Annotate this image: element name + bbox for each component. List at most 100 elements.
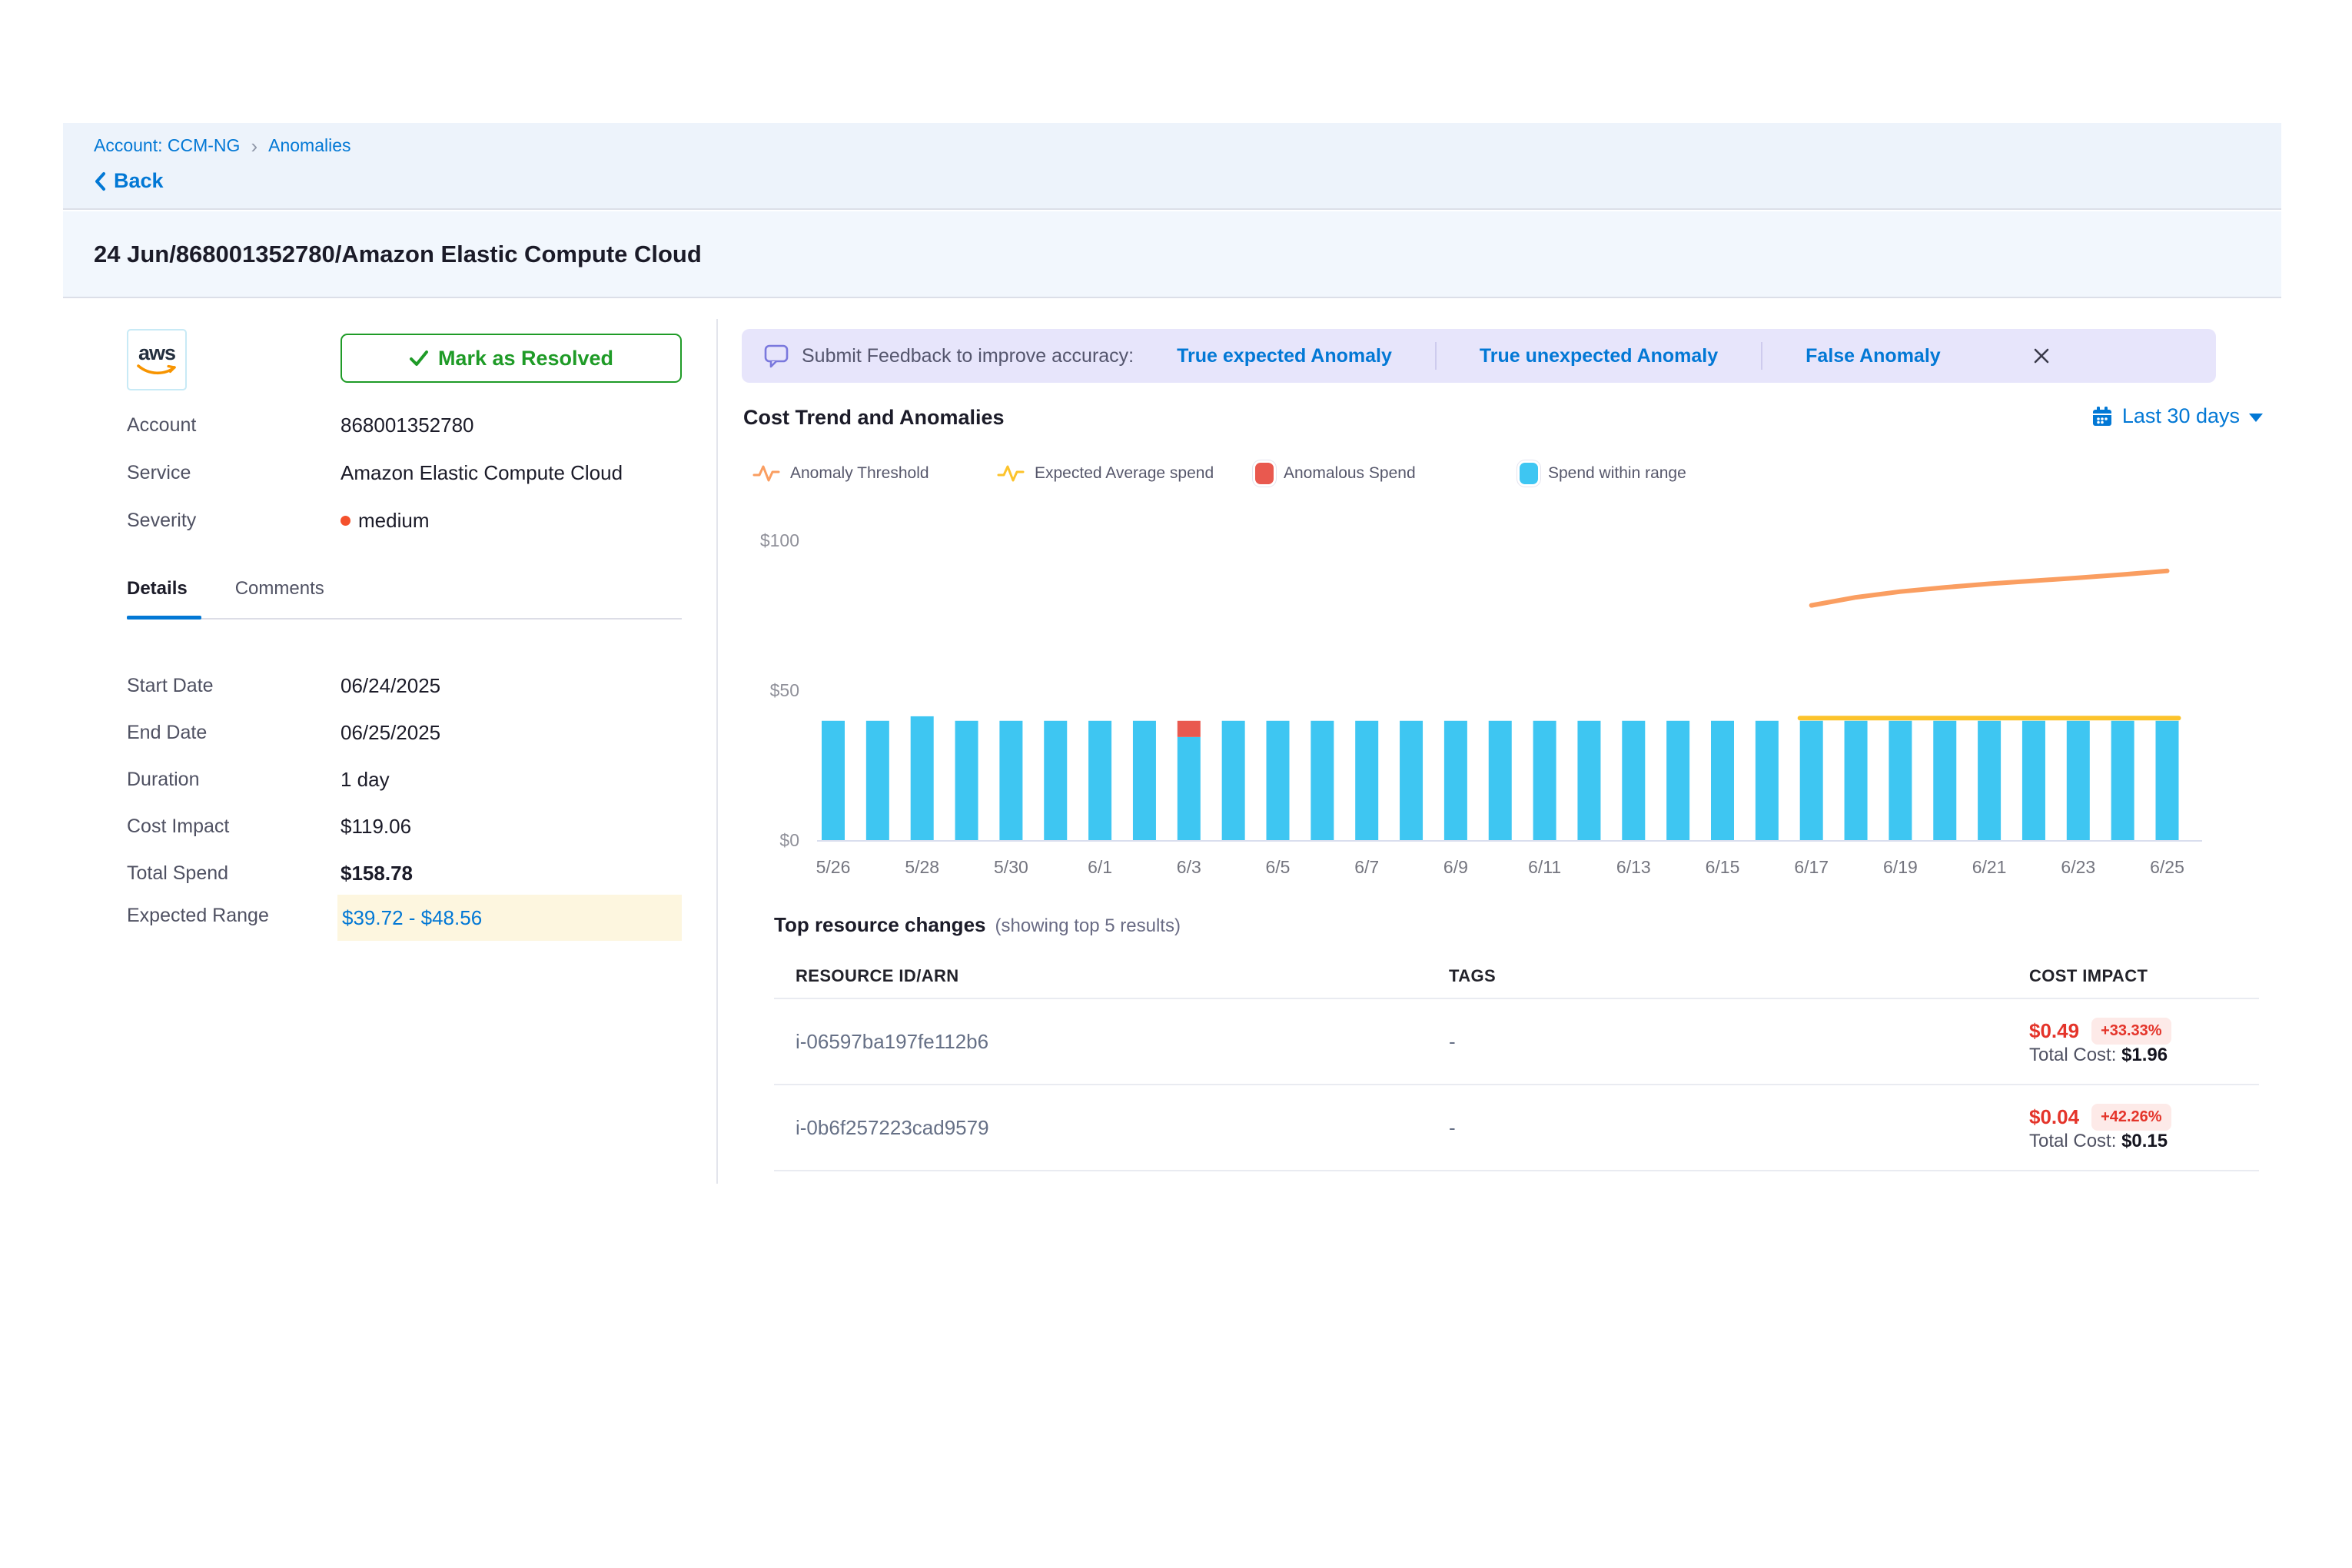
- feedback-bar: Submit Feedback to improve accuracy: Tru…: [742, 329, 2216, 383]
- table-row[interactable]: i-06597ba197fe112b6 - $0.49 +33.33% Tota…: [774, 999, 2259, 1085]
- legend-label: Spend within range: [1548, 464, 1686, 483]
- panel-tabs: Details Comments: [127, 578, 324, 600]
- total-spend-row: Total Spend $158.78: [127, 860, 682, 886]
- service-label: Service: [127, 462, 341, 484]
- cost-impact-row: Cost Impact $119.06: [127, 813, 682, 839]
- tab-details[interactable]: Details: [127, 578, 188, 600]
- legend-label: Expected Average spend: [1035, 464, 1214, 483]
- severity-label: Severity: [127, 510, 341, 532]
- total-cost-value: $1.96: [2121, 1045, 2168, 1065]
- aws-logo-text: aws: [138, 343, 175, 364]
- legend-label: Anomalous Spend: [1284, 464, 1416, 483]
- back-label: Back: [114, 169, 164, 193]
- resource-tags: -: [1427, 1116, 2008, 1140]
- start-date-row: Start Date 06/24/2025: [127, 673, 682, 699]
- breadcrumb-anomalies-link[interactable]: Anomalies: [268, 135, 350, 156]
- duration-label: Duration: [127, 769, 341, 791]
- calendar-icon: [2091, 406, 2113, 427]
- end-date-row: End Date 06/25/2025: [127, 719, 682, 746]
- chevron-left-icon: [94, 171, 106, 191]
- end-date-label: End Date: [127, 722, 341, 744]
- page-title: 24 Jun/868001352780/Amazon Elastic Compu…: [94, 241, 702, 268]
- svg-text:6/19: 6/19: [1883, 857, 1918, 877]
- cost-impact-delta-badge: +33.33%: [2091, 1018, 2171, 1045]
- cost-impact-amount: $0.04: [2029, 1105, 2079, 1129]
- service-row: Service Amazon Elastic Compute Cloud: [127, 461, 682, 485]
- svg-text:6/23: 6/23: [2061, 857, 2095, 877]
- svg-text:6/11: 6/11: [1528, 857, 1561, 877]
- date-range-value: Last 30 days: [2122, 404, 2240, 428]
- svg-text:6/5: 6/5: [1266, 857, 1291, 877]
- tab-comments[interactable]: Comments: [235, 578, 324, 600]
- svg-text:6/13: 6/13: [1616, 857, 1651, 877]
- active-tab-indicator: [127, 616, 201, 620]
- top-resource-changes-title: Top resource changes: [774, 913, 986, 937]
- svg-text:6/1: 6/1: [1088, 857, 1112, 877]
- start-date-value: 06/24/2025: [341, 674, 440, 698]
- aws-logo: aws: [127, 329, 187, 390]
- total-spend-value: $158.78: [341, 862, 413, 885]
- tabs-divider: [127, 618, 682, 620]
- end-date-value: 06/25/2025: [341, 721, 440, 745]
- date-range-picker[interactable]: Last 30 days: [2091, 404, 2263, 428]
- feedback-prompt: Submit Feedback to improve accuracy:: [802, 345, 1134, 367]
- cost-impact-value: $119.06: [341, 815, 411, 839]
- anomaly-threshold-line-icon: [752, 462, 780, 485]
- svg-text:$50: $50: [770, 680, 799, 700]
- svg-text:6/3: 6/3: [1177, 857, 1201, 877]
- svg-text:6/17: 6/17: [1794, 857, 1829, 877]
- severity-value: medium: [358, 509, 429, 533]
- resource-cost-impact-cell: $0.49 +33.33% Total Cost: $1.96: [2008, 1018, 2259, 1066]
- total-cost-value: $0.15: [2121, 1131, 2168, 1151]
- expected-average-line-icon: [997, 462, 1025, 485]
- cost-trend-chart-svg: $0$50$1005/265/285/306/16/36/56/76/96/11…: [738, 530, 2267, 899]
- resource-id-link[interactable]: i-0b6f257223cad9579: [774, 1116, 1427, 1140]
- resolve-button-label: Mark as Resolved: [438, 347, 613, 370]
- feedback-true-unexpected-button[interactable]: True unexpected Anomaly: [1437, 345, 1761, 367]
- feedback-bubble-icon: [763, 344, 789, 368]
- duration-row: Duration 1 day: [127, 766, 682, 792]
- resource-cost-impact-cell: $0.04 +42.26% Total Cost: $0.15: [2008, 1104, 2259, 1152]
- feedback-true-expected-button[interactable]: True expected Anomaly: [1134, 345, 1435, 367]
- table-row[interactable]: i-0b6f257223cad9579 - $0.04 +42.26% Tota…: [774, 1085, 2259, 1171]
- svg-text:6/25: 6/25: [2150, 857, 2184, 877]
- top-resource-changes-subtitle: (showing top 5 results): [995, 915, 1181, 937]
- close-icon: [2031, 346, 2051, 366]
- legend-item-spend-within-range: Spend within range: [1520, 458, 1686, 489]
- chevron-down-icon: [2249, 414, 2263, 422]
- start-date-label: Start Date: [127, 675, 341, 697]
- resource-tags: -: [1427, 1030, 2008, 1054]
- svg-text:5/30: 5/30: [994, 857, 1028, 877]
- breadcrumb-account-link[interactable]: Account: CCM-NG: [94, 135, 240, 156]
- feedback-false-anomaly-button[interactable]: False Anomaly: [1762, 345, 1984, 367]
- cost-trend-chart[interactable]: $0$50$1005/265/285/306/16/36/56/76/96/11…: [738, 530, 2267, 899]
- duration-value: 1 day: [341, 768, 390, 792]
- cost-impact-delta-badge: +42.26%: [2091, 1104, 2171, 1131]
- severity-dot-icon: [341, 516, 350, 526]
- cost-impact-amount: $0.49: [2029, 1019, 2079, 1043]
- expected-range-highlight: $39.72 - $48.56: [337, 895, 682, 941]
- back-button[interactable]: Back: [94, 169, 164, 193]
- severity-row: Severity medium: [127, 509, 682, 533]
- mark-as-resolved-button[interactable]: Mark as Resolved: [341, 334, 682, 383]
- svg-text:5/28: 5/28: [905, 857, 939, 877]
- resource-id-link[interactable]: i-06597ba197fe112b6: [774, 1030, 1427, 1054]
- resource-changes-table: RESOURCE ID/ARN TAGS COST IMPACT i-06597…: [774, 955, 2259, 1171]
- total-cost-line: Total Cost: $0.15: [2029, 1131, 2168, 1151]
- legend-label: Anomaly Threshold: [790, 464, 929, 483]
- breadcrumb-band: Account: CCM-NG › Anomalies Back: [63, 123, 2281, 210]
- legend-item-expected-average: Expected Average spend: [997, 458, 1214, 489]
- column-header-tags: TAGS: [1427, 966, 2008, 986]
- aws-smile-icon: [134, 364, 180, 377]
- chart-title: Cost Trend and Anomalies: [743, 406, 1005, 430]
- account-label: Account: [127, 414, 341, 437]
- legend-item-anomalous-spend: Anomalous Spend: [1255, 458, 1416, 489]
- breadcrumb: Account: CCM-NG › Anomalies: [94, 135, 351, 156]
- anomalous-spend-swatch-icon: [1255, 463, 1274, 484]
- expected-range-value: $39.72 - $48.56: [342, 906, 482, 930]
- anomaly-detail-page: Account: CCM-NG › Anomalies Back 24 Jun/…: [0, 0, 2352, 1568]
- svg-text:$0: $0: [779, 830, 799, 850]
- feedback-close-button[interactable]: [2031, 346, 2051, 366]
- svg-text:5/26: 5/26: [816, 857, 851, 877]
- column-header-cost-impact: COST IMPACT: [2008, 966, 2259, 986]
